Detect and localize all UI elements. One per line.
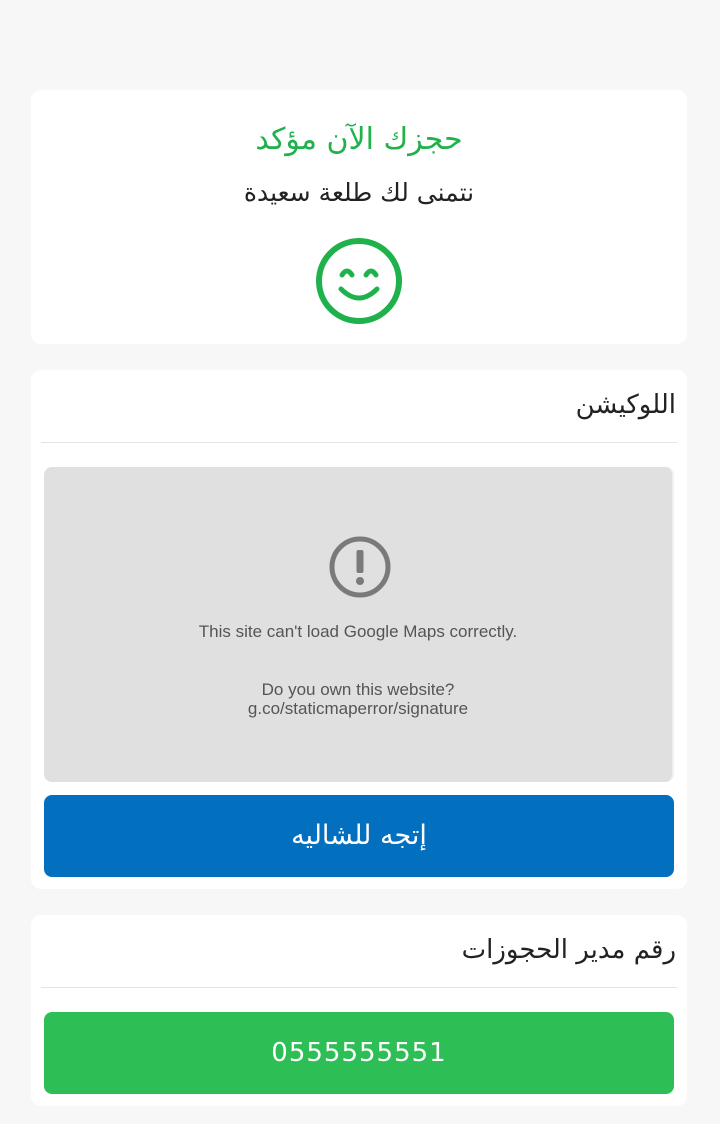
booking-manager-card: رقم مدير الحجوزات 0555555551 — [31, 915, 687, 1106]
exclamation-circle-icon — [329, 536, 391, 598]
directions-button[interactable]: إتجه للشاليه — [44, 795, 674, 877]
smiley-face-icon — [316, 238, 402, 324]
location-card: اللوكيشن This site can't load Google Map… — [31, 370, 687, 889]
manager-divider — [41, 987, 677, 988]
booking-manager-title: رقم مدير الحجوزات — [461, 935, 676, 965]
map-error-text: This site can't load Google Maps correct… — [198, 622, 518, 641]
location-divider — [41, 442, 677, 443]
location-title: اللوكيشن — [575, 390, 676, 420]
confirmation-title: حجزك الآن مؤكد — [255, 122, 463, 157]
confirmation-card: حجزك الآن مؤكد نتمنى لك طلعة سعيدة — [31, 90, 687, 344]
confirmation-subtitle: نتمنى لك طلعة سعيدة — [243, 178, 475, 207]
map-embed[interactable]: This site can't load Google Maps correct… — [44, 467, 674, 782]
phone-call-button[interactable]: 0555555551 — [44, 1012, 674, 1094]
booking-confirmation-page: حجزك الآن مؤكد نتمنى لك طلعة سعيدة اللوك… — [0, 0, 720, 1124]
map-owner-question: Do you own this website? — [261, 680, 455, 699]
map-error-link[interactable]: g.co/staticmaperror/signature — [44, 699, 672, 719]
